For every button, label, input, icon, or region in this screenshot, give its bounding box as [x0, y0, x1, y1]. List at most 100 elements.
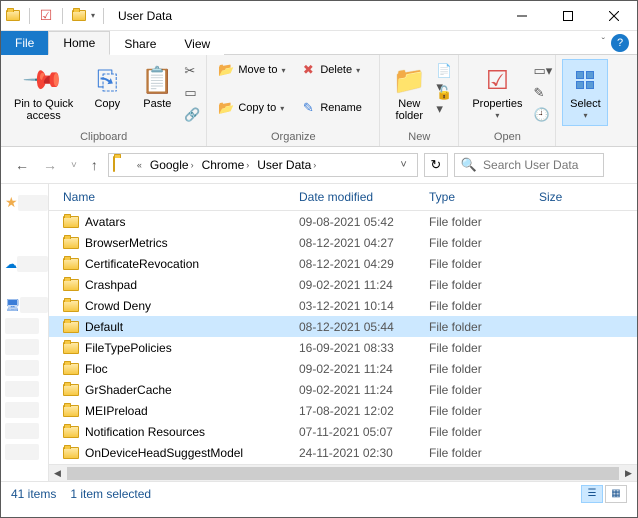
folder-icon: [63, 426, 79, 438]
copy-button[interactable]: ⎘ Copy: [84, 59, 130, 115]
history-icon[interactable]: 🕘: [533, 107, 549, 123]
item-date: 16-09-2021 08:33: [299, 341, 429, 355]
breadcrumb-seg-1[interactable]: Chrome ›: [198, 158, 254, 172]
select-icon: [569, 64, 601, 96]
item-date: 08-12-2021 04:27: [299, 236, 429, 250]
folder-icon: [63, 321, 79, 333]
cut-icon[interactable]: ✂: [184, 63, 200, 79]
thumbnails-view-button[interactable]: ▦: [605, 485, 627, 503]
qat-properties-icon[interactable]: ☑: [38, 8, 54, 24]
selection-count: 1 item selected: [70, 487, 151, 501]
folder-icon: [63, 363, 79, 375]
item-name: Crashpad: [85, 278, 137, 292]
header-name[interactable]: Name: [49, 190, 299, 204]
scroll-left-icon: ◀: [49, 468, 66, 479]
item-type: File folder: [429, 362, 539, 376]
tab-share[interactable]: Share: [110, 33, 170, 55]
paste-button[interactable]: 📋 Paste: [134, 59, 180, 115]
item-name: BrowserMetrics: [85, 236, 168, 250]
window-title: User Data: [118, 9, 172, 23]
breadcrumb-seg-2[interactable]: User Data ›: [253, 158, 320, 172]
item-count: 41 items: [11, 487, 56, 501]
up-button[interactable]: ↑: [87, 153, 102, 177]
item-date: 03-12-2021 10:14: [299, 299, 429, 313]
navigation-bar: ← → ˅ ↑ « Google › Chrome › User Data › …: [1, 147, 637, 183]
header-type[interactable]: Type: [429, 190, 539, 204]
copy-to-icon: 📂: [218, 100, 234, 116]
pin-quick-access-button[interactable]: 📌 Pin to Quick access: [7, 59, 80, 127]
ribbon-collapse-icon[interactable]: ˇ: [602, 37, 605, 48]
properties-button[interactable]: ☑ Properties ▾: [465, 59, 529, 126]
group-clipboard-label: Clipboard: [7, 131, 200, 144]
edit-icon[interactable]: ✎: [533, 85, 549, 101]
table-row[interactable]: Floc09-02-2021 11:24File folder: [49, 358, 637, 379]
forward-button[interactable]: →: [39, 153, 61, 177]
close-button[interactable]: [591, 1, 637, 31]
item-name: CertificateRevocation: [85, 257, 199, 271]
table-row[interactable]: MEIPreload17-08-2021 12:02File folder: [49, 400, 637, 421]
chevron-right-icon: ›: [313, 160, 316, 170]
delete-button[interactable]: ✖Delete ▾: [295, 59, 373, 81]
breadcrumb-seg-0[interactable]: Google ›: [146, 158, 198, 172]
breadcrumb[interactable]: « Google › Chrome › User Data › ˅: [108, 153, 418, 177]
chevron-right-icon: ›: [246, 160, 249, 170]
table-row[interactable]: Crowd Deny03-12-2021 10:14File folder: [49, 295, 637, 316]
maximize-button[interactable]: [545, 1, 591, 31]
move-to-button[interactable]: 📂Move to ▾: [213, 59, 291, 81]
rename-button[interactable]: ✎Rename: [295, 97, 373, 119]
new-folder-button[interactable]: 📁 New folder: [386, 59, 432, 127]
item-name: Notification Resources: [85, 425, 205, 439]
tab-home[interactable]: Home: [48, 31, 110, 55]
copy-icon: ⎘: [91, 64, 123, 96]
search-input[interactable]: 🔍 Search User Data: [454, 153, 604, 177]
table-row[interactable]: Avatars09-08-2021 05:42File folder: [49, 211, 637, 232]
breadcrumb-dropdown[interactable]: ˅: [394, 159, 412, 171]
folder-icon: [63, 405, 79, 417]
table-row[interactable]: Notification Resources07-11-2021 05:07Fi…: [49, 421, 637, 442]
minimize-button[interactable]: [499, 1, 545, 31]
qat-folder-icon[interactable]: [71, 8, 87, 24]
table-row[interactable]: BrowserMetrics08-12-2021 04:27File folde…: [49, 232, 637, 253]
table-row[interactable]: GrShaderCache09-02-2021 11:24File folder: [49, 379, 637, 400]
item-date: 09-02-2021 11:24: [299, 278, 429, 292]
table-row[interactable]: OnDeviceHeadSuggestModel24-11-2021 02:30…: [49, 442, 637, 463]
help-icon[interactable]: ?: [611, 34, 629, 52]
pin-icon: 📌: [21, 57, 66, 102]
item-date: 08-12-2021 05:44: [299, 320, 429, 334]
details-view-button[interactable]: ☰: [581, 485, 603, 503]
easy-access-icon[interactable]: 🔓▾: [436, 85, 452, 101]
file-rows[interactable]: Avatars09-08-2021 05:42File folder Browse…: [49, 211, 637, 464]
folder-icon: [63, 216, 79, 228]
qat-dropdown-icon[interactable]: ▾: [91, 11, 95, 20]
move-to-icon: 📂: [218, 62, 234, 78]
table-row[interactable]: CertificateRevocation08-12-2021 04:29Fil…: [49, 253, 637, 274]
new-folder-icon: 📁: [393, 64, 425, 96]
item-name: Crowd Deny: [85, 299, 151, 313]
file-tab[interactable]: File: [1, 31, 48, 55]
header-size[interactable]: Size: [539, 190, 589, 204]
table-row[interactable]: Default08-12-2021 05:44File folder: [49, 316, 637, 337]
copy-path-icon[interactable]: ▭: [184, 85, 200, 101]
header-date[interactable]: Date modified: [299, 190, 429, 204]
onedrive-icon[interactable]: ☁: [5, 257, 17, 271]
folder-icon: [63, 384, 79, 396]
table-row[interactable]: FileTypePolicies16-09-2021 08:33File fol…: [49, 337, 637, 358]
horizontal-scrollbar[interactable]: ◀▶: [49, 464, 637, 481]
ribbon-tabs: File Home Share View ˇ ?: [1, 31, 637, 55]
table-row[interactable]: Crashpad09-02-2021 11:24File folder: [49, 274, 637, 295]
rename-icon: ✎: [300, 100, 316, 116]
new-item-icon[interactable]: 📄▾: [436, 63, 452, 79]
tab-view[interactable]: View: [170, 33, 224, 55]
recent-locations-button[interactable]: ˅: [67, 156, 81, 175]
status-bar: 41 items 1 item selected ☰ ▦: [1, 481, 637, 505]
nav-pane[interactable]: ★ ☁ 🖥: [1, 184, 49, 481]
paste-shortcut-icon[interactable]: 🔗: [184, 107, 200, 123]
quick-access-icon[interactable]: ★: [5, 194, 18, 211]
select-button[interactable]: Select ▾: [562, 59, 608, 126]
open-icon[interactable]: ▭▾: [533, 63, 549, 79]
copy-to-button[interactable]: 📂Copy to ▾: [213, 97, 291, 119]
this-pc-icon[interactable]: 🖥: [5, 298, 20, 312]
back-button[interactable]: ←: [11, 153, 33, 177]
refresh-button[interactable]: ↻: [424, 153, 448, 177]
item-type: File folder: [429, 446, 539, 460]
